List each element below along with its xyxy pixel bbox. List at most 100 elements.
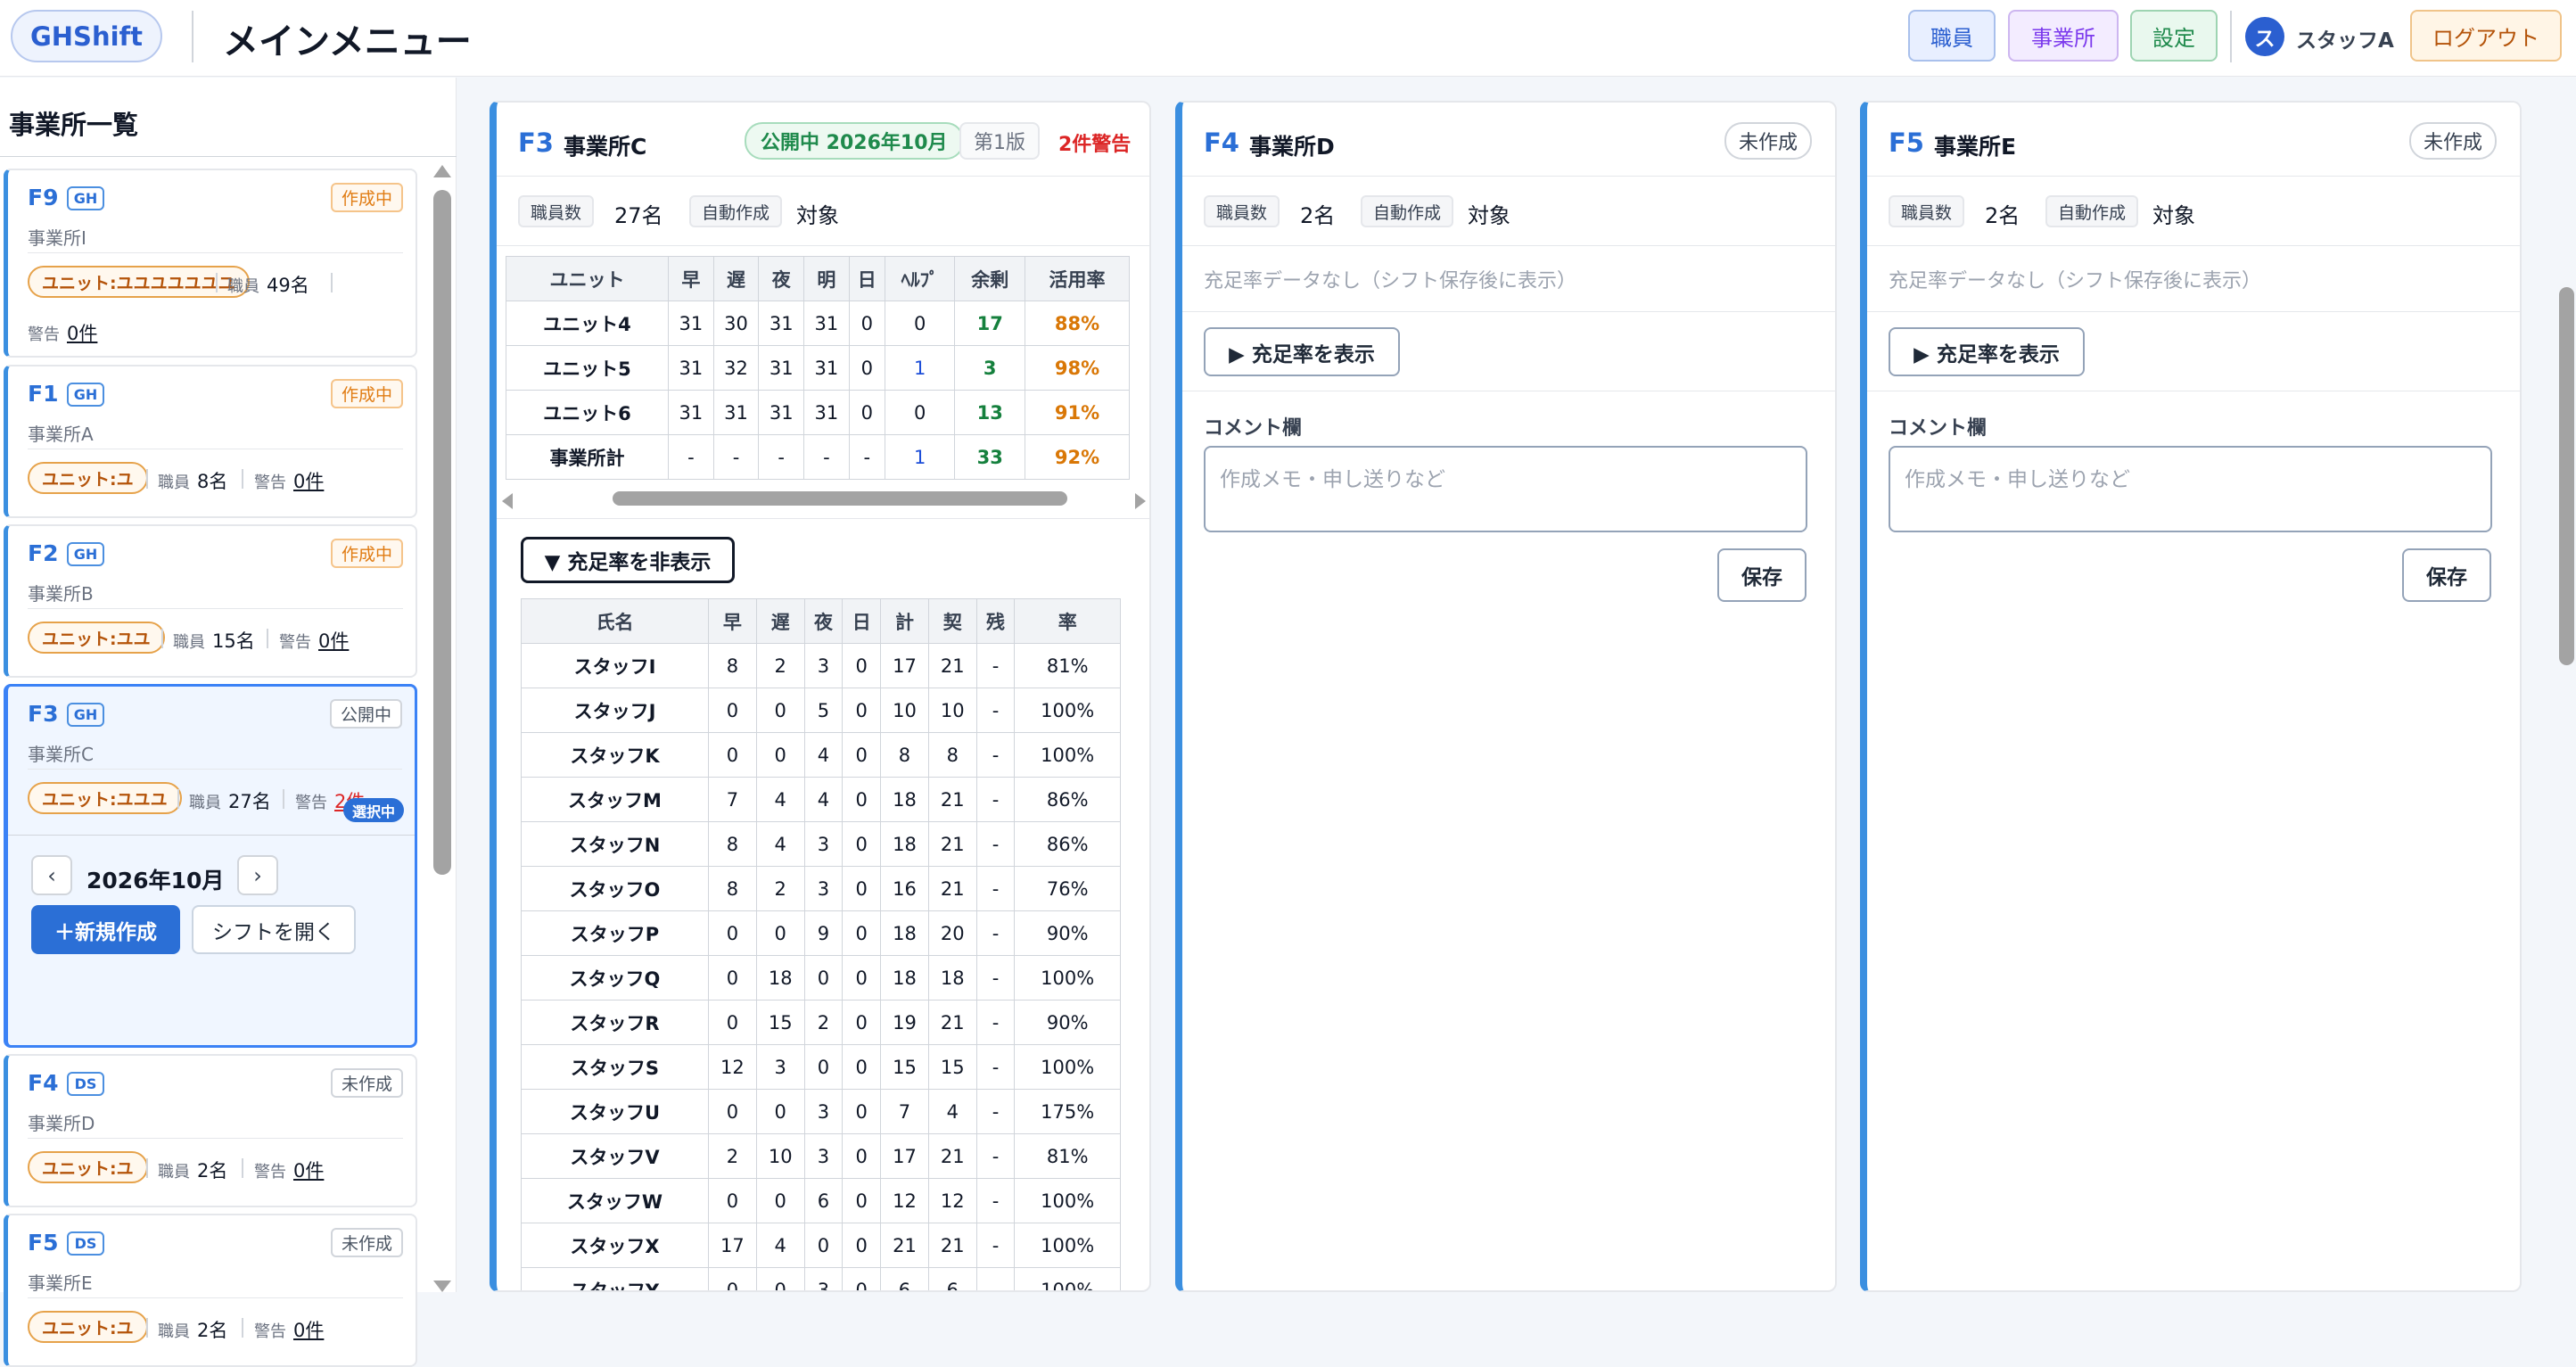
sidebar-scrollbar[interactable]	[433, 190, 451, 875]
new-shift-button[interactable]: ＋新規作成	[31, 905, 180, 954]
show-fill-rate-button[interactable]: ▶ 充足率を表示	[1204, 327, 1400, 376]
table-cell: スタッフM	[521, 777, 709, 822]
warn-label: 警告	[28, 325, 60, 344]
table-cell: -	[975, 1000, 1016, 1045]
table-cell: 0	[884, 301, 956, 346]
table-cell: 13	[954, 390, 1026, 435]
table-cell: 0	[884, 390, 956, 435]
table-cell: 0	[842, 1178, 882, 1223]
office-id: F1	[28, 381, 59, 407]
table-cell: スタッフO	[521, 866, 709, 911]
scroll-up-icon[interactable]	[433, 165, 451, 177]
office-card-f2[interactable]: F2 GH 作成中 事業所B ユニット:ユユ 職員 15名 警告 0件	[4, 524, 417, 678]
office-card-f1[interactable]: F1 GH 作成中 事業所A ユニット:ユ 職員 8名 警告 0件	[4, 365, 417, 518]
status-badge: 作成中	[330, 379, 403, 408]
table-cell: 2	[803, 1000, 844, 1045]
warning-count[interactable]: 2件警告	[1058, 128, 1131, 157]
comment-textarea[interactable]: 作成メモ・申し送りなど	[1889, 446, 2492, 532]
hscroll-thumb[interactable]	[613, 491, 1067, 506]
nav-office-button[interactable]: 事業所	[2008, 10, 2119, 62]
table-cell: 3	[755, 1044, 805, 1090]
show-fill-rate-button[interactable]: ▶ 充足率を表示	[1889, 327, 2085, 376]
nav-settings-button[interactable]: 設定	[2130, 10, 2218, 62]
table-cell: 0	[707, 910, 757, 956]
warn-link[interactable]: 0件	[293, 467, 324, 494]
table-cell: 91%	[1025, 390, 1130, 435]
logout-button[interactable]: ログアウト	[2410, 10, 2562, 62]
warn-link[interactable]: 0件	[293, 1316, 324, 1343]
unit-table-header: 明	[803, 256, 850, 301]
open-shift-button[interactable]: シフトを開く	[192, 905, 356, 954]
divider	[1182, 176, 1835, 177]
table-cell: スタッフQ	[521, 955, 709, 1001]
prev-month-button[interactable]: ‹	[31, 855, 72, 895]
scroll-left-icon[interactable]	[502, 493, 513, 509]
selected-badge: 選択中	[342, 798, 404, 822]
version-badge: 第1版	[959, 122, 1040, 160]
save-button[interactable]: 保存	[2402, 548, 2491, 602]
table-cell: 0	[755, 1178, 805, 1223]
main-scroll-thumb[interactable]	[2559, 287, 2574, 665]
app-logo[interactable]: GHShift	[11, 10, 162, 62]
hide-fill-rate-button[interactable]: ▼ 充足率を非表示	[521, 537, 735, 583]
panel-office-name: 事業所E	[1934, 134, 2017, 160]
warn-link[interactable]: 0件	[293, 1157, 324, 1183]
table-cell: -	[975, 1178, 1016, 1223]
table-cell: 86%	[1014, 777, 1121, 822]
auto-create-chip: 自動作成	[1361, 195, 1454, 227]
table-cell: 16	[880, 866, 929, 911]
table-row: スタッフW 0 0 6 0 12 12-100%	[521, 1178, 1121, 1223]
divider	[28, 1138, 403, 1139]
staff-label: 職員	[158, 474, 190, 492]
table-cell: 31	[803, 301, 850, 346]
table-cell: 0	[707, 688, 757, 733]
table-cell: -	[975, 821, 1016, 867]
table-cell: -	[975, 777, 1016, 822]
warn-link[interactable]: 0件	[318, 627, 349, 654]
table-cell: 0	[842, 688, 882, 733]
table-cell: -	[712, 434, 760, 480]
table-cell: スタッフI	[521, 643, 709, 688]
staff-count: 2名	[197, 1320, 228, 1341]
unit-badge: ユニット:ユ	[28, 1151, 148, 1183]
office-card-f9[interactable]: F9 GH 作成中 事業所I ユニット:ユユユユユユユ 職員 49名 警告 0件	[4, 169, 417, 358]
table-cell: 0	[755, 1267, 805, 1290]
main-scrollbar[interactable]	[2557, 80, 2576, 1292]
table-cell: -	[758, 434, 805, 480]
scroll-down-icon[interactable]	[433, 1281, 451, 1292]
table-cell: 0	[842, 1089, 882, 1134]
comment-textarea[interactable]: 作成メモ・申し送りなど	[1204, 446, 1807, 532]
table-cell: 31	[758, 390, 805, 435]
unit-fill-table: ユニット早遅夜明日ﾍﾙﾌﾟ 余剰 活用率 ユニット4 31 30 31 31 0 0 17 88% ユ…	[505, 256, 1130, 480]
table-cell: 8	[707, 643, 757, 688]
status-badge: 作成中	[330, 539, 403, 568]
nav-staff-button[interactable]: 職員	[1908, 10, 1996, 62]
table-cell: 3	[803, 821, 844, 867]
office-id: F2	[28, 540, 59, 566]
office-card-f4[interactable]: F4 DS 未作成 事業所D ユニット:ユ 職員 2名 警告 0件	[4, 1054, 417, 1207]
table-row: ユニット6 31 31 31 31 0 0 13 91%	[505, 390, 1130, 435]
staff-table-header: 残	[975, 598, 1016, 644]
table-cell: 3	[803, 1133, 844, 1179]
separator	[331, 273, 333, 292]
table-cell: 5	[803, 688, 844, 733]
table-cell: 100%	[1014, 1178, 1121, 1223]
office-card-f5[interactable]: F5 DS 未作成 事業所E ユニット:ユ 職員 2名 警告 0件	[4, 1214, 417, 1367]
page-title: メインメニュー	[223, 21, 472, 62]
table-cell: 0	[707, 1089, 757, 1134]
office-card-f3[interactable]: F3 GH 公開中 事業所C ユニット:ユユユ 職員 27名 警告 2件 選択中…	[4, 684, 417, 1048]
scroll-right-icon[interactable]	[1135, 493, 1146, 509]
table-cell: 90%	[1014, 910, 1121, 956]
staff-count-chip: 職員数	[1204, 195, 1280, 227]
table-cell: 8	[707, 866, 757, 911]
table-cell: スタッフW	[521, 1178, 709, 1223]
table-cell: 0	[755, 1089, 805, 1134]
separator	[161, 629, 163, 648]
table-row: スタッフK 0 0 4 0 8 8-100%	[521, 732, 1121, 778]
warn-link[interactable]: 0件	[67, 319, 97, 346]
next-month-button[interactable]: ›	[237, 855, 278, 895]
unit-table-header: ユニット	[505, 256, 670, 301]
divider	[1867, 245, 2520, 246]
table-cell: 32	[712, 345, 760, 391]
save-button[interactable]: 保存	[1717, 548, 1806, 602]
